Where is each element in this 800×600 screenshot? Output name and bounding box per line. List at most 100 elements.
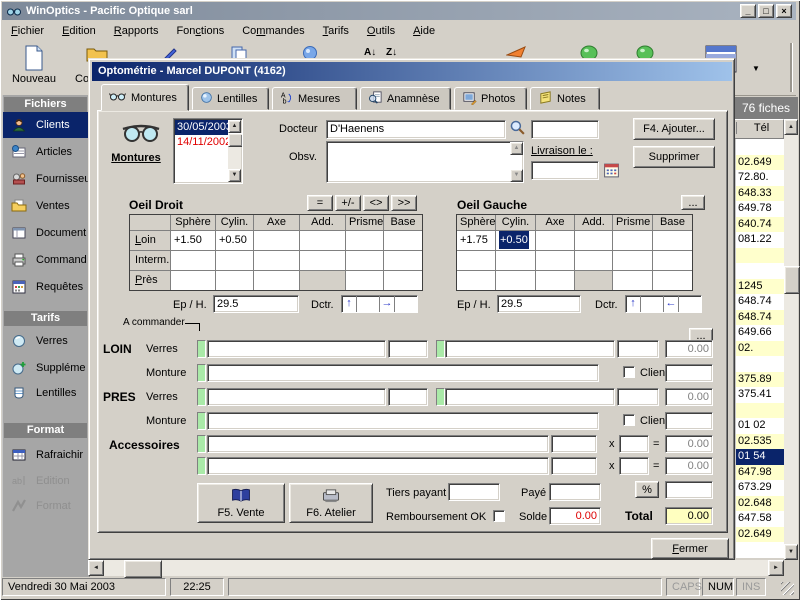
pres-client-checkbox[interactable] xyxy=(623,414,635,426)
table-row[interactable]: 673.29 xyxy=(735,480,784,496)
menu-aide[interactable]: Aide xyxy=(404,22,444,40)
menu-fichier[interactable]: Fichier xyxy=(2,22,53,40)
docteur-code-field[interactable] xyxy=(531,120,599,139)
loin-verre-od-price[interactable] xyxy=(388,340,428,358)
table-row[interactable]: 02.649 xyxy=(735,155,784,171)
od-loin-cylin[interactable]: +0.50 xyxy=(216,231,253,250)
transpose-button[interactable]: <> xyxy=(363,195,389,211)
menu-rapports[interactable]: Rapports xyxy=(105,22,168,40)
visit-date-list[interactable]: 30/05/2003 14/11/2002 ▲ ▼ xyxy=(173,118,243,184)
pres-verre-od-field[interactable] xyxy=(207,388,386,406)
resize-grip[interactable] xyxy=(781,582,794,595)
maximize-button[interactable]: □ xyxy=(758,4,774,18)
docteur-field[interactable]: D'Haenens xyxy=(326,120,506,139)
table-row[interactable]: 1245 xyxy=(735,279,784,295)
scroll-down-icon[interactable]: ▼ xyxy=(228,169,241,182)
paye-field[interactable] xyxy=(549,483,601,501)
vente-button[interactable]: F5. Vente xyxy=(197,483,285,523)
scroll-up-icon[interactable]: ▲ xyxy=(228,120,241,133)
minimize-button[interactable]: _ xyxy=(740,4,756,18)
og-pres-prisme[interactable] xyxy=(613,271,652,290)
pres-verre-og-price[interactable] xyxy=(617,388,659,406)
tab-montures[interactable]: Montures xyxy=(101,84,189,111)
sort-desc-icon[interactable]: Z↓ xyxy=(386,47,397,58)
sidebar-item-clients[interactable]: Clients xyxy=(3,112,88,138)
od-interm-base[interactable] xyxy=(384,251,422,270)
dctr-og-control[interactable]: ↑ ← xyxy=(625,295,702,313)
og-loin-base[interactable] xyxy=(653,231,692,250)
percent-button[interactable]: % xyxy=(635,481,659,498)
calendar-icon[interactable] xyxy=(603,162,620,182)
table-row[interactable] xyxy=(735,248,784,264)
dialog-titlebar[interactable]: Optométrie - Marcel DUPONT (4162) xyxy=(92,62,732,81)
search-icon[interactable] xyxy=(509,119,526,139)
og-more-button[interactable]: ... xyxy=(681,195,705,210)
od-pres-prisme[interactable] xyxy=(346,271,383,290)
tiers-payant-field[interactable] xyxy=(448,483,500,501)
scroll-left-icon[interactable]: ◄ xyxy=(88,560,104,576)
og-loin-axe[interactable] xyxy=(536,231,574,250)
pres-verre-od-price[interactable] xyxy=(388,388,428,406)
tab-mesures[interactable]: Ab Mesures xyxy=(272,87,357,110)
table-row[interactable]: 02.648 xyxy=(735,496,784,512)
sidebar-item-fournisseurs[interactable]: Fournisseu xyxy=(3,166,88,192)
table-row[interactable]: 02.649 xyxy=(735,527,784,543)
og-pres-base[interactable] xyxy=(653,271,692,290)
table-row[interactable]: 649.78 xyxy=(735,201,784,217)
plus-minus-button[interactable]: +/- xyxy=(335,195,361,211)
pres-monture-field[interactable] xyxy=(207,412,599,430)
tab-anamnese[interactable]: Anamnèse xyxy=(360,87,451,110)
od-interm-sphere[interactable] xyxy=(171,251,215,270)
od-pres-base[interactable] xyxy=(384,271,422,290)
og-interm-sphere[interactable] xyxy=(457,251,495,270)
table-row[interactable] xyxy=(735,542,784,558)
od-loin-axe[interactable] xyxy=(254,231,299,250)
table-row[interactable]: 649.66 xyxy=(735,325,784,341)
date-list-scrollbar[interactable]: ▲ ▼ xyxy=(228,120,241,182)
sidebar-item-verres[interactable]: Verres xyxy=(3,328,88,354)
og-pres-cylin[interactable] xyxy=(496,271,535,290)
acc2-price[interactable] xyxy=(551,457,597,475)
scroll-up-icon[interactable]: ▲ xyxy=(510,142,523,155)
supprimer-button[interactable]: Supprimer xyxy=(633,146,715,168)
scroll-down-icon[interactable]: ▼ xyxy=(510,169,523,182)
table-row[interactable] xyxy=(735,139,784,155)
od-pres-cylin[interactable] xyxy=(216,271,253,290)
sidebar-item-ventes[interactable]: Ventes xyxy=(3,193,88,219)
remboursement-checkbox[interactable] xyxy=(493,510,505,522)
table-row[interactable]: 648.33 xyxy=(735,186,784,202)
sidebar-item-commandes[interactable]: Command xyxy=(3,247,88,273)
loin-verre-od-field[interactable] xyxy=(207,340,386,358)
og-interm-add[interactable] xyxy=(575,251,612,270)
og-loin-prisme[interactable] xyxy=(613,231,652,250)
tab-photos[interactable]: Photos xyxy=(454,87,527,110)
menu-edition[interactable]: Edition xyxy=(53,22,105,40)
table-row[interactable]: 648.74 xyxy=(735,294,784,310)
menu-outils[interactable]: Outils xyxy=(358,22,404,40)
tel-column-label[interactable]: Tél xyxy=(736,122,786,134)
dctr-od-control[interactable]: ↑ → xyxy=(341,295,418,313)
table-row[interactable]: 648.74 xyxy=(735,310,784,326)
loin-verre-og-price[interactable] xyxy=(617,340,659,358)
dctr-og-h-field[interactable] xyxy=(679,296,701,312)
table-row[interactable]: 081.22 xyxy=(735,232,784,248)
eph-og-field[interactable]: 29.5 xyxy=(497,295,581,313)
sidebar-item-rafraichir[interactable]: Rafraichir xyxy=(3,442,88,468)
sidebar-item-supplements[interactable]: Suppléme xyxy=(3,355,88,381)
table-row[interactable]: 72.80. xyxy=(735,170,784,186)
hscroll-thumb[interactable] xyxy=(124,560,162,578)
acc1-qty[interactable] xyxy=(619,435,649,453)
pres-verre-og-field[interactable] xyxy=(445,388,615,406)
nouveau-button[interactable]: Nouveau xyxy=(6,43,62,92)
vscroll-thumb[interactable] xyxy=(228,133,243,147)
od-loin-base[interactable] xyxy=(384,231,422,250)
menu-tarifs[interactable]: Tarifs xyxy=(314,22,358,40)
table-row[interactable]: 647.98 xyxy=(735,465,784,481)
table-row[interactable]: 375.41 xyxy=(735,387,784,403)
od-loin-prisme[interactable] xyxy=(346,231,383,250)
og-interm-base[interactable] xyxy=(653,251,692,270)
og-interm-cylin[interactable] xyxy=(496,251,535,270)
pres-monture-price[interactable] xyxy=(665,412,713,430)
discount-field[interactable] xyxy=(665,481,713,499)
sidebar-item-documents[interactable]: Document xyxy=(3,220,88,246)
